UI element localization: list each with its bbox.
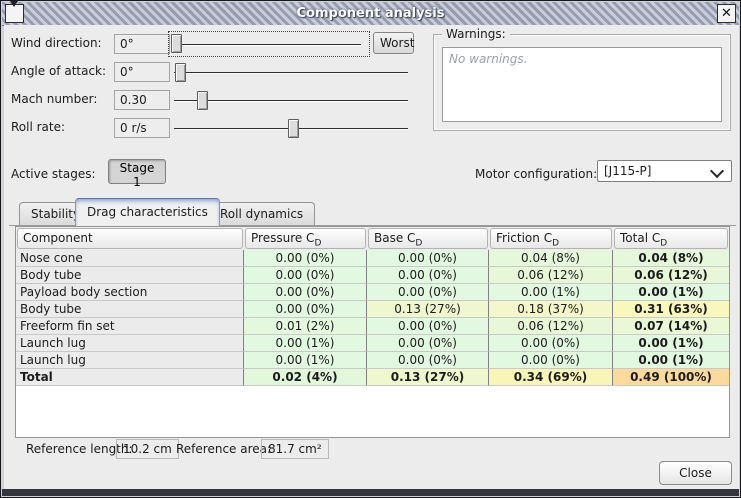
- stage-1-toggle-button[interactable]: Stage 1: [108, 159, 166, 184]
- window-title: Component analysis: [2, 2, 739, 25]
- value-cell: 0.00 (0%): [244, 301, 367, 318]
- slider-track: [174, 72, 408, 74]
- value-cell: 0.00 (1%): [244, 352, 367, 369]
- control-value-field[interactable]: 0 r/s: [114, 118, 170, 138]
- table-row: Freeform fin set0.01 (2%)0.00 (0%)0.06 (…: [16, 318, 729, 335]
- slider-track: [174, 44, 361, 46]
- worst-button[interactable]: Worst: [373, 32, 414, 54]
- component-cell: Freeform fin set: [16, 318, 244, 335]
- slider[interactable]: [168, 31, 370, 57]
- close-button[interactable]: Close: [659, 461, 732, 485]
- dialog-content: Wind direction: 0° Worst Angle of attack: 0°…: [4, 25, 739, 490]
- slider-handle[interactable]: [171, 34, 182, 53]
- reference-area-label: Reference area:: [176, 442, 271, 456]
- tab-drag-characteristics[interactable]: Drag characteristics: [75, 198, 220, 226]
- value-cell: 0.00 (1%): [613, 335, 729, 352]
- slider-handle[interactable]: [288, 119, 299, 138]
- value-cell: 0.00 (0%): [489, 335, 613, 352]
- value-cell: 0.00 (0%): [244, 250, 367, 267]
- component-cell: Body tube: [16, 267, 244, 284]
- table-body: Nose cone0.00 (0%)0.00 (0%)0.04 (8%)0.04…: [16, 250, 729, 386]
- value-cell: 0.13 (27%): [367, 301, 489, 318]
- value-cell: 0.13 (27%): [367, 369, 489, 386]
- value-cell: 0.07 (14%): [613, 318, 729, 335]
- value-cell: 0.06 (12%): [613, 267, 729, 284]
- value-cell: 0.31 (63%): [613, 301, 729, 318]
- value-cell: 0.00 (0%): [367, 352, 489, 369]
- control-label: Angle of attack:: [11, 64, 106, 78]
- value-cell: 0.00 (0%): [367, 250, 489, 267]
- table-row: Body tube0.00 (0%)0.13 (27%)0.18 (37%)0.…: [16, 301, 729, 318]
- value-cell: 0.02 (4%): [244, 369, 367, 386]
- control-value-field[interactable]: 0.30: [114, 90, 170, 110]
- slider[interactable]: [173, 61, 409, 84]
- value-cell: 0.49 (100%): [613, 369, 729, 386]
- slider-handle[interactable]: [197, 91, 208, 110]
- value-cell: 0.00 (0%): [367, 267, 489, 284]
- close-icon: ✕: [721, 6, 732, 21]
- value-cell: 0.00 (1%): [244, 335, 367, 352]
- reference-length-value: 10.2 cm: [116, 439, 179, 459]
- value-cell: 0.00 (0%): [367, 335, 489, 352]
- component-cell: Body tube: [16, 301, 244, 318]
- component-cell: Launch lug: [16, 335, 244, 352]
- value-cell: 0.34 (69%): [489, 369, 613, 386]
- value-cell: 0.18 (37%): [489, 301, 613, 318]
- reference-area-value: 81.7 cm²: [261, 439, 329, 459]
- slider-track: [174, 100, 408, 102]
- component-cell: Payload body section: [16, 284, 244, 301]
- motor-configuration-value: [J115-P]: [604, 163, 651, 180]
- component-analysis-dialog: Component analysis ✕ Wind direction: 0° Wo…: [0, 0, 741, 498]
- column-header[interactable]: Component: [17, 228, 243, 249]
- column-header[interactable]: Pressure CD: [245, 228, 366, 249]
- title-bar[interactable]: Component analysis ✕: [2, 2, 739, 26]
- warnings-group-title: Warnings:: [442, 27, 510, 41]
- value-cell: 0.04 (8%): [613, 250, 729, 267]
- tab-roll-dynamics[interactable]: Roll dynamics: [208, 202, 315, 225]
- value-cell: 0.00 (0%): [244, 284, 367, 301]
- motor-configuration-label: Motor configuration:: [475, 167, 597, 181]
- column-header[interactable]: Friction CD: [490, 228, 612, 249]
- slider[interactable]: [173, 117, 409, 140]
- value-cell: 0.00 (1%): [613, 284, 729, 301]
- value-cell: 0.00 (0%): [367, 318, 489, 335]
- value-cell: 0.06 (12%): [489, 318, 613, 335]
- window-bottom-edge: [2, 489, 739, 496]
- table-row: Launch lug0.00 (1%)0.00 (0%)0.00 (0%)0.0…: [16, 335, 729, 352]
- warnings-group: Warnings: No warnings.: [433, 34, 731, 131]
- value-cell: 0.00 (1%): [489, 284, 613, 301]
- no-warnings-text: No warnings.: [443, 48, 721, 70]
- control-label: Mach number:: [11, 92, 97, 106]
- table-row: Body tube0.00 (0%)0.00 (0%)0.06 (12%)0.0…: [16, 267, 729, 284]
- slider[interactable]: [173, 89, 409, 112]
- column-header[interactable]: Total CD: [614, 228, 728, 249]
- control-value-field[interactable]: 0°: [114, 34, 170, 54]
- chevron-down-icon: [710, 164, 724, 178]
- control-label: Roll rate:: [11, 120, 65, 134]
- value-cell: 0.00 (1%): [613, 352, 729, 369]
- table-row: Total0.02 (4%)0.13 (27%)0.34 (69%)0.49 (…: [16, 369, 729, 386]
- control-label: Wind direction:: [11, 36, 102, 50]
- warnings-list: No warnings.: [442, 47, 722, 122]
- table-header-row: ComponentPressure CDBase CDFriction CDTo…: [16, 227, 729, 250]
- table-row: Launch lug0.00 (1%)0.00 (0%)0.00 (0%)0.0…: [16, 352, 729, 369]
- value-cell: 0.06 (12%): [489, 267, 613, 284]
- drag-table-scrollpane[interactable]: ComponentPressure CDBase CDFriction CDTo…: [15, 226, 730, 438]
- table-row: Payload body section0.00 (0%)0.00 (0%)0.…: [16, 284, 729, 301]
- component-cell: Nose cone: [16, 250, 244, 267]
- column-header[interactable]: Base CD: [368, 228, 488, 249]
- value-cell: 0.01 (2%): [244, 318, 367, 335]
- component-cell: Total: [16, 369, 244, 386]
- value-cell: 0.00 (0%): [367, 284, 489, 301]
- value-cell: 0.04 (8%): [489, 250, 613, 267]
- window-close-button[interactable]: ✕: [717, 4, 736, 23]
- value-cell: 0.00 (0%): [244, 267, 367, 284]
- value-cell: 0.00 (0%): [489, 352, 613, 369]
- active-stages-label: Active stages:: [11, 167, 96, 181]
- control-value-field[interactable]: 0°: [114, 62, 170, 82]
- table-row: Nose cone0.00 (0%)0.00 (0%)0.04 (8%)0.04…: [16, 250, 729, 267]
- motor-configuration-select[interactable]: [J115-P]: [597, 160, 732, 182]
- slider-handle[interactable]: [175, 63, 186, 82]
- component-cell: Launch lug: [16, 352, 244, 369]
